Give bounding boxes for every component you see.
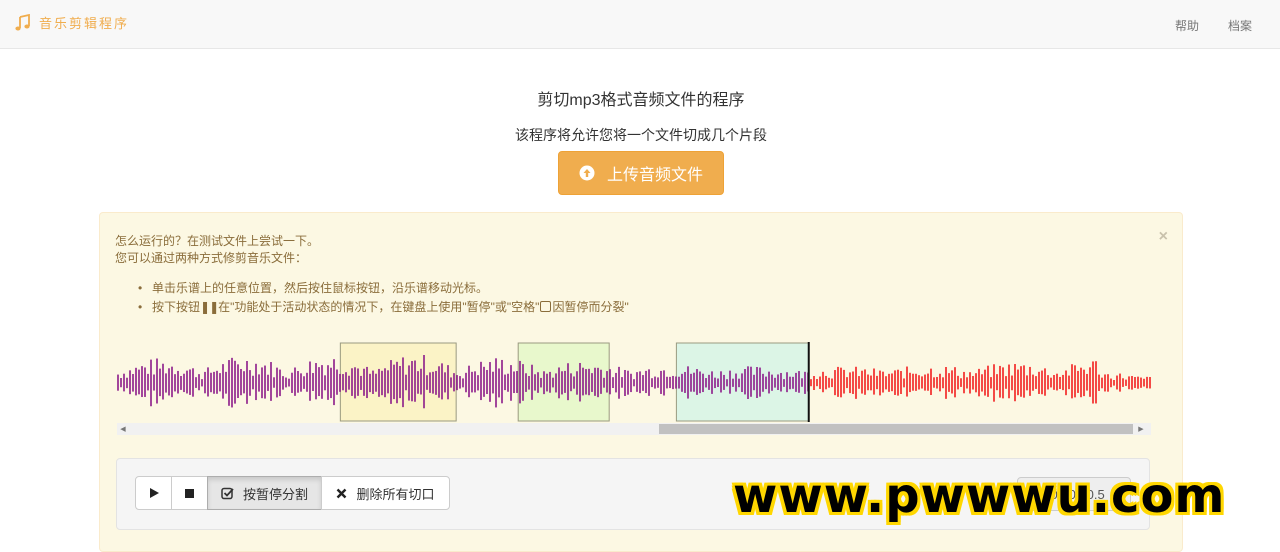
upload-audio-label: 上传音频文件 — [606, 167, 703, 184]
stop-button[interactable] — [171, 476, 208, 510]
delete-all-cuts-button[interactable]: 删除所有切口 — [321, 476, 450, 510]
nav-link-archive[interactable]: 档案 — [1228, 17, 1252, 34]
delete-all-cuts-label: 删除所有切口 — [356, 486, 435, 502]
music-note-icon — [15, 13, 30, 30]
check-square-icon — [540, 301, 552, 312]
alert-line-2: 您可以通过两种方式修剪音乐文件： — [115, 251, 308, 265]
split-on-pause-button[interactable]: 按暂停分割 — [207, 476, 322, 510]
alert-line-1: 怎么运行的？在测试文件上尝试一下。 — [115, 234, 320, 248]
page-title: 剪切mp3格式音频文件的程序 — [537, 92, 745, 109]
list-item: 按下按钮❚❚在"功能处于活动状态的情况下，在键盘上使用"暂停"或"空格" 因暂停而… — [138, 298, 629, 317]
scroll-thumb[interactable] — [659, 424, 1133, 434]
play-icon — [149, 488, 159, 498]
brand-label: 音乐剪辑程序 — [39, 17, 130, 32]
bullet-text-2b: 在"功能处于活动状态的情况下，在键盘上使用"暂停"或"空格" — [218, 300, 540, 314]
upload-circle-icon — [579, 165, 595, 181]
stop-icon — [185, 488, 194, 498]
nav-link-help[interactable]: 帮助 — [1175, 17, 1199, 34]
player-button-group: 按暂停分割 删除所有切口 — [135, 476, 450, 510]
list-item: 单击乐谱上的任意位置，然后按住鼠标按钮，沿乐谱移动光标。 — [138, 279, 629, 298]
pause-icon: ❚❚ — [200, 300, 219, 314]
brand[interactable]: 音乐剪辑程序 — [14, 13, 129, 32]
waveform-scrollbar[interactable]: ◀ ▶ — [117, 423, 1151, 435]
bullet-text-2c: 因暂停而分裂" — [552, 300, 629, 314]
alert-intro: 怎么运行的？在测试文件上尝试一下。 您可以通过两种方式修剪音乐文件： — [115, 233, 319, 267]
page-subtitle: 该程序将允许您将一个文件切成几个片段 — [515, 127, 767, 143]
navbar: 音乐剪辑程序 帮助 档案 — [0, 0, 1280, 49]
check-square-icon — [221, 487, 234, 499]
bullet-text-2a: 按下按钮 — [152, 300, 201, 314]
upload-audio-button[interactable]: 上传音频文件 — [558, 151, 724, 195]
alert-list: 单击乐谱上的任意位置，然后按住鼠标按钮，沿乐谱移动光标。 按下按钮❚❚在"功能处… — [138, 279, 629, 317]
scroll-right-icon[interactable]: ▶ — [1135, 423, 1147, 435]
close-icon — [337, 488, 347, 498]
split-on-pause-label: 按暂停分割 — [242, 486, 308, 502]
close-icon[interactable]: × — [1159, 229, 1168, 245]
bullet-text-1: 单击乐谱上的任意位置，然后按住鼠标按钮，沿乐谱移动光标。 — [152, 281, 489, 295]
play-button[interactable] — [135, 476, 172, 510]
nav-links: 帮助 档案 — [1175, 17, 1252, 34]
watermark: www.pwwwu.com — [733, 468, 1226, 524]
waveform[interactable] — [117, 342, 1151, 424]
scroll-left-icon[interactable]: ◀ — [117, 423, 129, 435]
